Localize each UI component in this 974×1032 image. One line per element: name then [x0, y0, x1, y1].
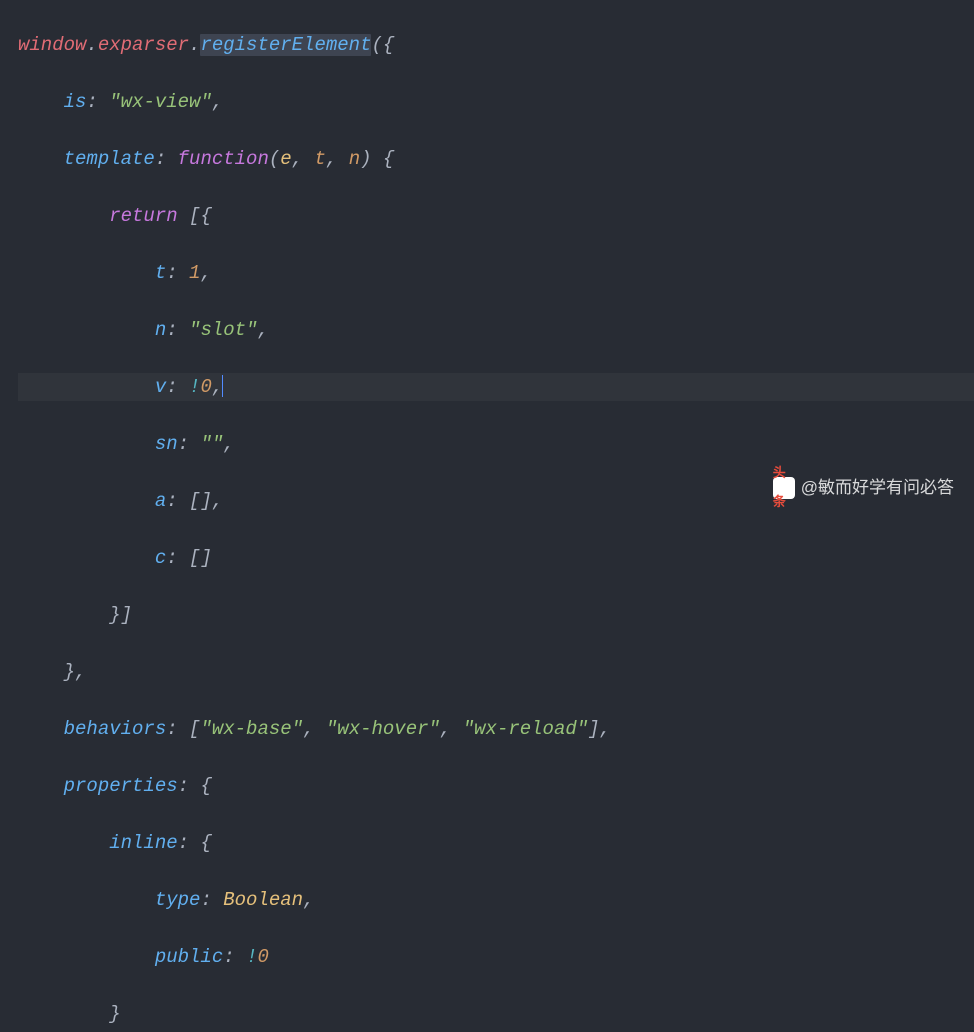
code-line: sn: "", — [18, 430, 974, 459]
watermark-text: @敏而好学有问必答 — [801, 474, 954, 503]
token-object: window — [18, 34, 86, 56]
code-line: n: "slot", — [18, 316, 974, 345]
code-line: inline: { — [18, 829, 974, 858]
watermark-logo-icon: 头条 — [773, 477, 795, 499]
code-line: properties: { — [18, 772, 974, 801]
code-line: template: function(e, t, n) { — [18, 145, 974, 174]
watermark: 头条 @敏而好学有问必答 — [773, 474, 954, 503]
code-line: }] — [18, 601, 974, 630]
selected-text: registerElement — [200, 34, 371, 56]
code-line: public: !0 — [18, 943, 974, 972]
code-line: } — [18, 1000, 974, 1029]
code-line: behaviors: ["wx-base", "wx-hover", "wx-r… — [18, 715, 974, 744]
code-line: window.exparser.registerElement({ — [18, 31, 974, 60]
code-line: }, — [18, 658, 974, 687]
code-line: return [{ — [18, 202, 974, 231]
code-line: c: [] — [18, 544, 974, 573]
code-editor[interactable]: window.exparser.registerElement({ is: "w… — [0, 0, 974, 1032]
code-line: type: Boolean, — [18, 886, 974, 915]
code-line: is: "wx-view", — [18, 88, 974, 117]
cursor — [222, 375, 223, 397]
code-line: t: 1, — [18, 259, 974, 288]
code-line-active: v: !0, — [18, 373, 974, 402]
